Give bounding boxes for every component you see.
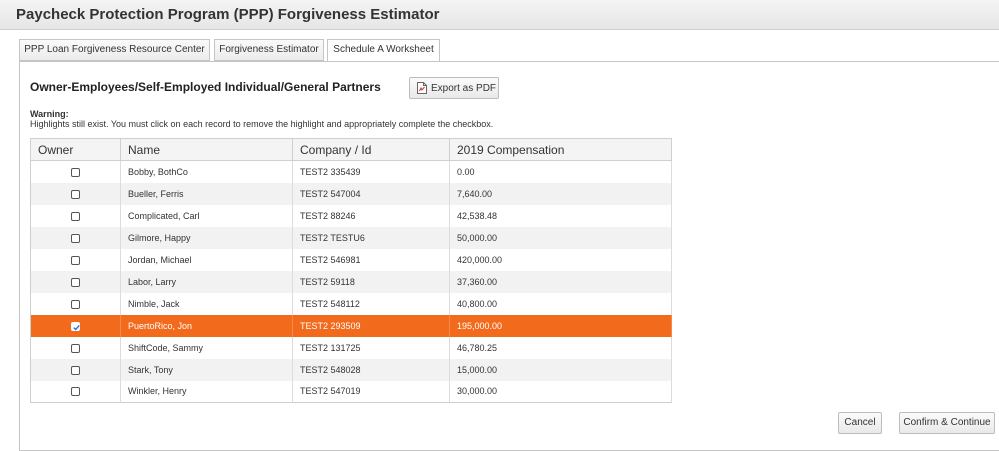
name-cell: Stark, Tony [120,358,293,381]
confirm-continue-button[interactable]: Confirm & Continue [899,412,995,434]
name-cell: Jordan, Michael [120,248,293,271]
company-id-cell: TEST2 59118 [292,270,450,293]
column-header-company[interactable]: Company / Id [292,138,450,161]
export-pdf-button[interactable]: Export as PDF [409,77,499,99]
owner-cell [30,226,121,249]
warning-title: Warning: [30,109,69,119]
owner-checkbox[interactable] [71,321,80,331]
name-cell: Complicated, Carl [120,204,293,227]
tab-resource-center[interactable]: PPP Loan Forgiveness Resource Center [19,39,210,61]
owner-checkbox[interactable] [71,277,80,287]
name-cell: PuertoRico, Jon [120,314,293,337]
owner-cell [30,358,121,381]
company-id-cell: TEST2 548112 [292,292,450,315]
tab-forgiveness-estimator[interactable]: Forgiveness Estimator [214,39,324,61]
compensation-cell: 195,000.00 [449,314,672,337]
table-row[interactable]: Labor, Larry TEST2 59118 37,360.00 [30,270,672,293]
owner-cell [30,270,121,293]
warning-text: Highlights still exist. You must click o… [30,119,494,129]
table-row[interactable]: Complicated, Carl TEST2 88246 42,538.48 [30,204,672,227]
table-row[interactable]: Nimble, Jack TEST2 548112 40,800.00 [30,292,672,315]
title-bar: Paycheck Protection Program (PPP) Forgiv… [0,0,999,30]
section-title: Owner-Employees/Self-Employed Individual… [30,80,381,94]
company-id-cell: TEST2 88246 [292,204,450,227]
owner-checkbox[interactable] [71,299,80,309]
company-id-cell: TEST2 547004 [292,182,450,205]
owner-cell [30,160,121,183]
owner-checkbox[interactable] [71,365,80,375]
table-row[interactable]: Bobby, BothCo TEST2 335439 0.00 [30,160,672,183]
owner-cell [30,248,121,271]
compensation-cell: 7,640.00 [449,182,672,205]
owner-cell [30,336,121,359]
table-body: Bobby, BothCo TEST2 335439 0.00 Bueller, Fe… [30,160,672,403]
table-row[interactable]: Gilmore, Happy TEST2 TESTU6 50,000.00 [30,226,672,249]
company-id-cell: TEST2 293509 [292,314,450,337]
compensation-cell: 40,800.00 [449,292,672,315]
owner-checkbox[interactable] [71,387,80,397]
checkmark-icon [73,324,80,331]
compensation-cell: 46,780.25 [449,336,672,359]
tab-schedule-a-worksheet[interactable]: Schedule A Worksheet [327,39,440,62]
owner-checkbox[interactable] [71,211,80,221]
compensation-cell: 30,000.00 [449,380,672,403]
company-id-cell: TEST2 TESTU6 [292,226,450,249]
column-header-owner[interactable]: Owner [30,138,121,161]
name-cell: ShiftCode, Sammy [120,336,293,359]
name-cell: Bueller, Ferris [120,182,293,205]
cancel-button[interactable]: Cancel [838,412,882,434]
table-row[interactable]: Bueller, Ferris TEST2 547004 7,640.00 [30,182,672,205]
owner-checkbox[interactable] [71,233,80,243]
owner-table: Owner Name Company / Id 2019 Compensatio… [30,138,672,403]
table-row[interactable]: Stark, Tony TEST2 548028 15,000.00 [30,358,672,381]
compensation-cell: 420,000.00 [449,248,672,271]
table-row[interactable]: Jordan, Michael TEST2 546981 420,000.00 [30,248,672,271]
company-id-cell: TEST2 131725 [292,336,450,359]
owner-checkbox[interactable] [71,255,80,265]
owner-cell [30,314,121,337]
export-pdf-label: Export as PDF [431,83,497,94]
name-cell: Labor, Larry [120,270,293,293]
owner-cell [30,182,121,205]
name-cell: Nimble, Jack [120,292,293,315]
table-row[interactable]: Winkler, Henry TEST2 547019 30,000.00 [30,380,672,403]
table-header-row: Owner Name Company / Id 2019 Compensatio… [30,138,672,161]
owner-checkbox[interactable] [71,343,80,353]
name-cell: Bobby, BothCo [120,160,293,183]
name-cell: Winkler, Henry [120,380,293,403]
company-id-cell: TEST2 548028 [292,358,450,381]
compensation-cell: 50,000.00 [449,226,672,249]
owner-cell [30,292,121,315]
table-row[interactable]: PuertoRico, Jon TEST2 293509 195,000.00 [30,314,672,337]
app-title: Paycheck Protection Program (PPP) Forgiv… [16,6,440,23]
column-header-compensation[interactable]: 2019 Compensation [449,138,672,161]
compensation-cell: 42,538.48 [449,204,672,227]
owner-checkbox[interactable] [71,189,80,199]
column-header-name[interactable]: Name [120,138,293,161]
table-row[interactable]: ShiftCode, Sammy TEST2 131725 46,780.25 [30,336,672,359]
compensation-cell: 37,360.00 [449,270,672,293]
compensation-cell: 0.00 [449,160,672,183]
owner-cell [30,380,121,403]
name-cell: Gilmore, Happy [120,226,293,249]
company-id-cell: TEST2 335439 [292,160,450,183]
compensation-cell: 15,000.00 [449,358,672,381]
company-id-cell: TEST2 546981 [292,248,450,271]
owner-cell [30,204,121,227]
company-id-cell: TEST2 547019 [292,380,450,403]
pdf-icon [417,82,427,94]
owner-checkbox[interactable] [71,167,80,177]
